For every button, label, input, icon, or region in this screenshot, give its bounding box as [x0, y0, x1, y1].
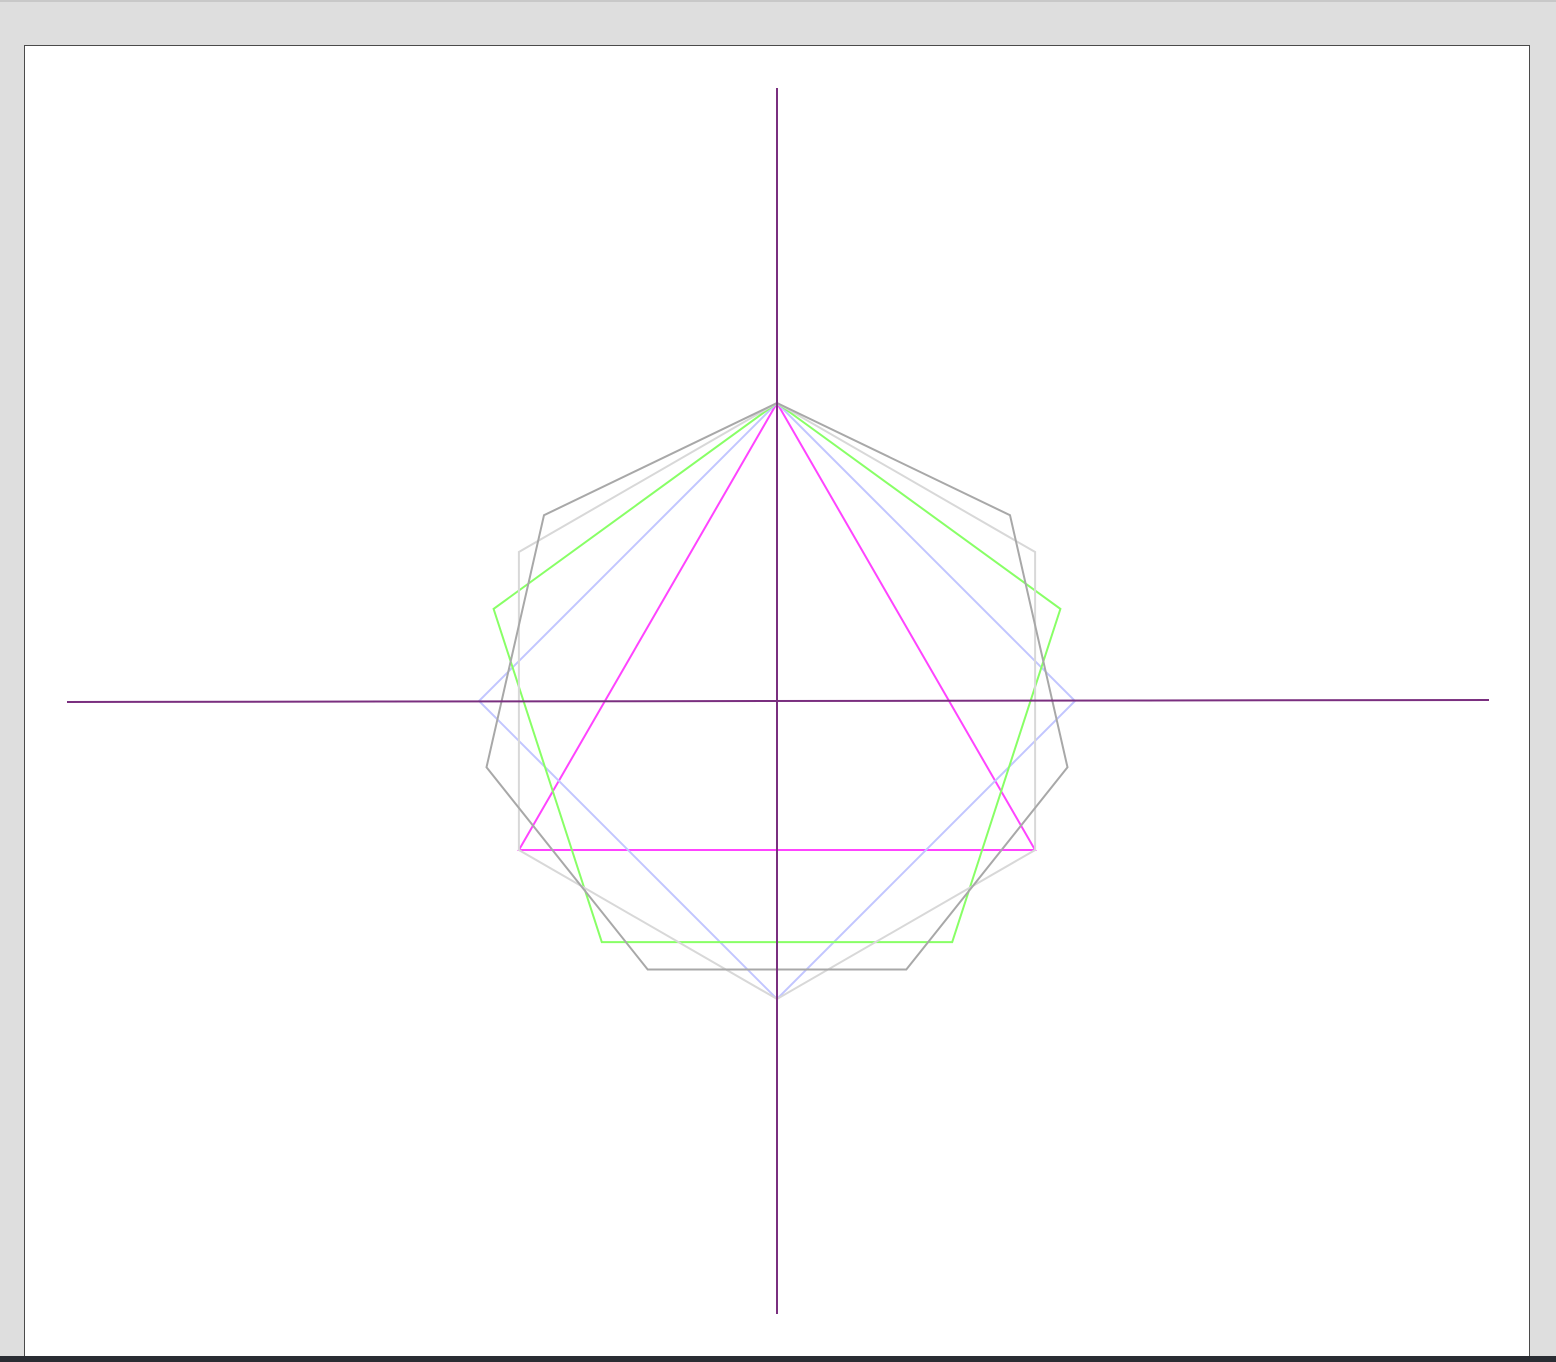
window-top-strip — [0, 0, 1556, 2]
drawing-canvas[interactable] — [24, 45, 1530, 1357]
bottom-taskbar — [0, 1356, 1556, 1362]
geometry-drawing — [66, 88, 1490, 1314]
app-window — [0, 0, 1556, 1362]
axes-layer — [66, 88, 1490, 1314]
